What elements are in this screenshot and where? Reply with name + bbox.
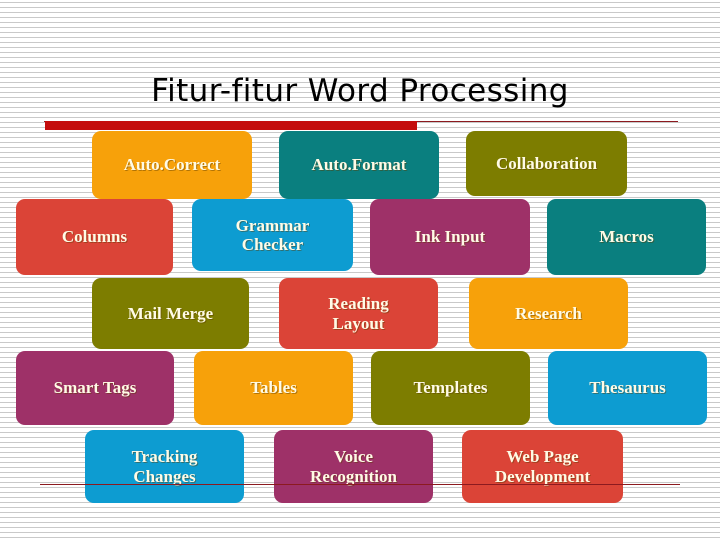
feature-box[interactable]: Ink Input — [370, 199, 530, 275]
feature-box[interactable]: Columns — [16, 199, 173, 275]
slide-canvas: Fitur-fitur Word Processing Auto.Correct… — [0, 0, 720, 540]
feature-box[interactable]: Auto.Format — [279, 131, 439, 199]
feature-box[interactable]: Collaboration — [466, 131, 627, 196]
feature-box[interactable]: Web Page Development — [462, 430, 623, 503]
feature-box-label: Columns — [61, 227, 128, 247]
feature-box[interactable]: Auto.Correct — [92, 131, 252, 199]
feature-box[interactable]: Reading Layout — [279, 278, 438, 349]
feature-box-label: Thesaurus — [589, 378, 666, 398]
page-title: Fitur-fitur Word Processing — [151, 73, 569, 109]
feature-box-label: Mail Merge — [127, 303, 214, 323]
feature-box[interactable]: Macros — [547, 199, 706, 275]
feature-box[interactable]: Voice Recognition — [274, 430, 433, 503]
feature-box-label: Grammar Checker — [235, 215, 310, 254]
feature-box-label: Tables — [250, 378, 297, 398]
feature-box-label: Tracking Changes — [131, 447, 198, 486]
feature-box[interactable]: Tracking Changes — [85, 430, 244, 503]
feature-box[interactable]: Smart Tags — [16, 351, 174, 425]
feature-box-label: Auto.Format — [311, 155, 407, 175]
title-underline-thick — [45, 121, 417, 130]
feature-box-label: Voice Recognition — [310, 447, 397, 486]
feature-box[interactable]: Research — [469, 278, 628, 349]
feature-box[interactable]: Tables — [194, 351, 353, 425]
footer-rule — [40, 484, 680, 485]
feature-box-label: Research — [515, 303, 582, 323]
feature-box-label: Ink Input — [414, 227, 486, 247]
feature-box-label: Web Page Development — [494, 447, 591, 486]
feature-box[interactable]: Grammar Checker — [192, 199, 353, 271]
feature-box-label: Smart Tags — [53, 378, 137, 398]
feature-box-label: Collaboration — [495, 153, 598, 173]
feature-box[interactable]: Thesaurus — [548, 351, 707, 425]
feature-box-label: Reading Layout — [328, 294, 389, 333]
feature-box[interactable]: Mail Merge — [92, 278, 249, 349]
feature-box[interactable]: Templates — [371, 351, 530, 425]
feature-box-label: Auto.Correct — [123, 155, 221, 175]
feature-box-label: Macros — [599, 227, 654, 247]
feature-box-label: Templates — [413, 378, 488, 398]
